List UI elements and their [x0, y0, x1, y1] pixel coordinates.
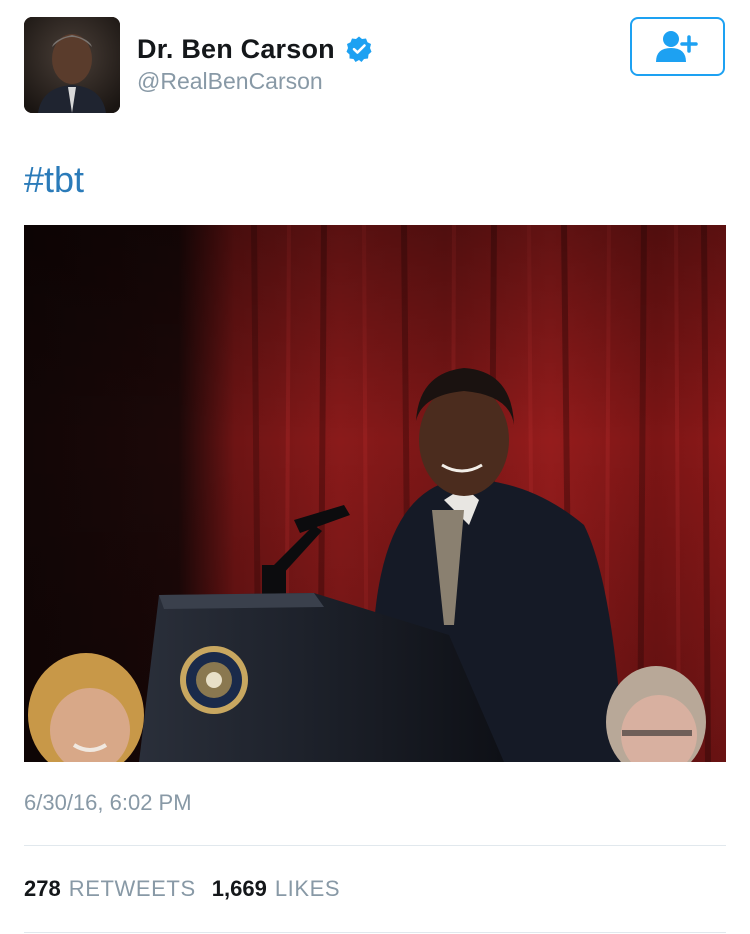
display-name[interactable]: Dr. Ben Carson [137, 34, 335, 65]
add-user-icon [655, 30, 698, 62]
follow-button[interactable] [630, 17, 725, 76]
photo-icon [24, 225, 726, 762]
avatar-photo-icon [24, 17, 120, 113]
divider [24, 845, 726, 846]
likes-label: LIKES [274, 876, 341, 901]
tweet-stats: 278 RETWEETS 1,669 LIKES [24, 876, 340, 902]
author-handle[interactable]: @RealBenCarson [137, 68, 373, 95]
retweets-stat[interactable]: 278 RETWEETS [24, 876, 196, 902]
verified-badge-icon [345, 35, 373, 63]
retweets-count: 278 [24, 876, 61, 901]
tweet-hashtag-link[interactable]: #tbt [24, 160, 84, 200]
tweet-timestamp[interactable]: 6/30/16, 6:02 PM [24, 790, 192, 816]
likes-count: 1,669 [211, 876, 267, 901]
tweet-photo[interactable] [24, 225, 726, 762]
author-block: Dr. Ben Carson @RealBenCarson [137, 30, 373, 95]
divider [24, 932, 726, 933]
display-name-row: Dr. Ben Carson [137, 30, 373, 68]
tweet-card: Dr. Ben Carson @RealBenCarson #tbt 6/30/… [0, 0, 750, 934]
avatar[interactable] [24, 17, 120, 113]
likes-stat[interactable]: 1,669 LIKES [212, 876, 340, 902]
retweets-label: RETWEETS [68, 876, 196, 901]
